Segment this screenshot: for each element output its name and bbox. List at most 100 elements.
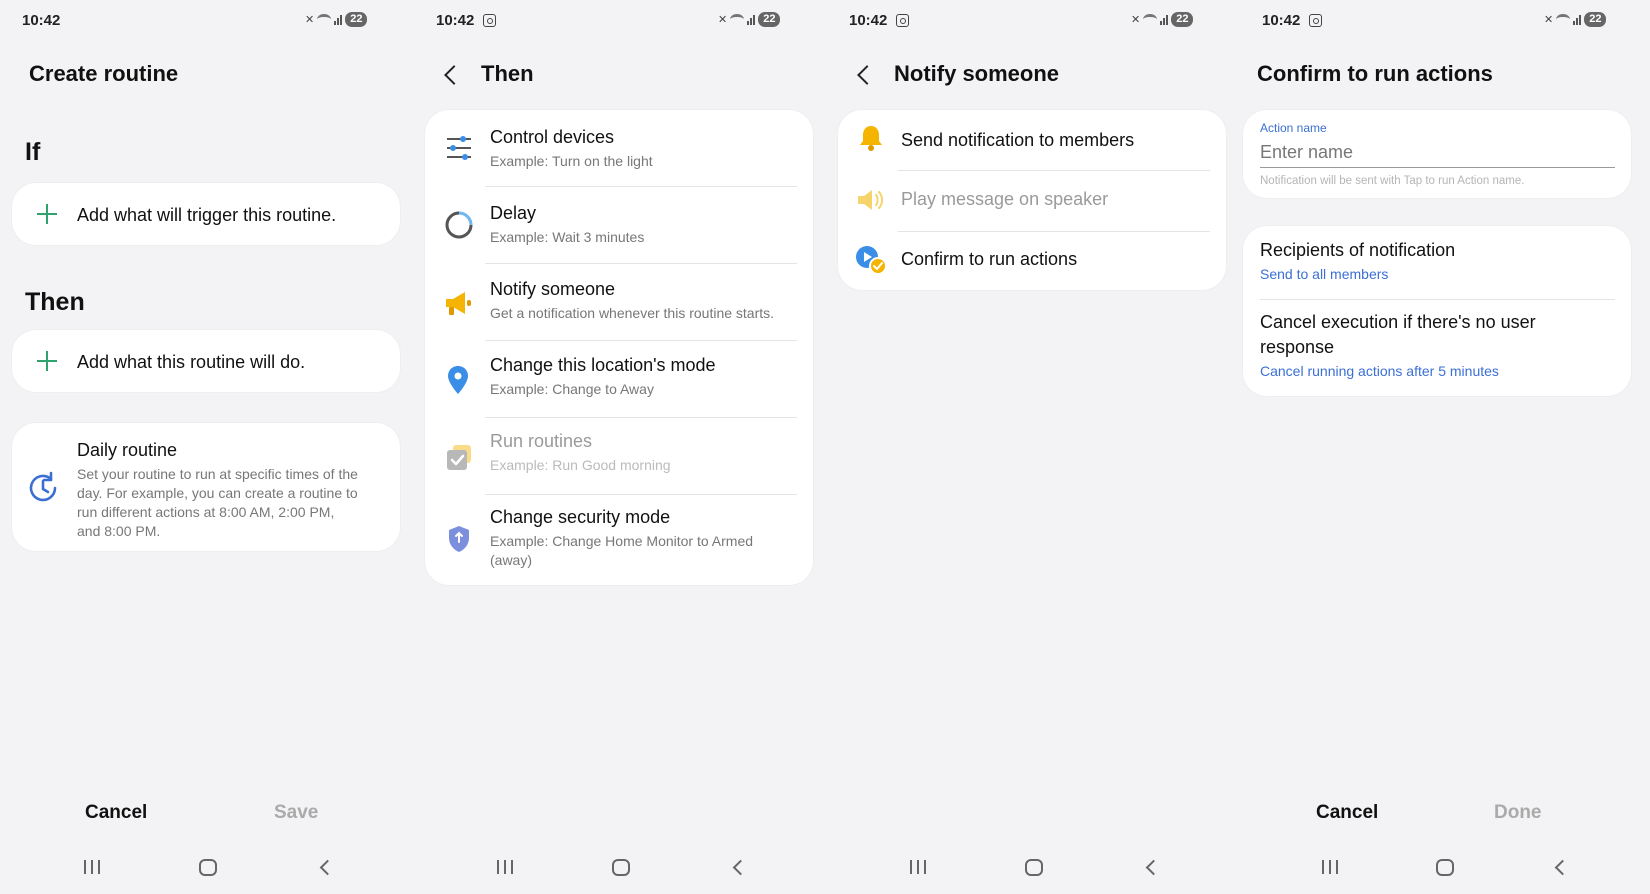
add-trigger-label: Add what will trigger this routine. [77, 205, 337, 225]
save-button[interactable]: Save [274, 802, 318, 824]
list-item-security-mode[interactable]: Change security mode Example: Change Hom… [425, 495, 813, 585]
recents-icon[interactable] [497, 860, 513, 874]
back-button[interactable] [441, 58, 461, 90]
item-title: Run routines [490, 431, 593, 451]
recents-icon[interactable] [84, 860, 100, 874]
cancel-button[interactable]: Cancel [85, 802, 147, 824]
list-item-control-devices[interactable]: Control devices Example: Turn on the lig… [425, 110, 813, 186]
recipients-value: Send to all members [1260, 266, 1389, 282]
status-icons: ✕ 22 [1544, 12, 1607, 27]
back-nav-icon[interactable] [732, 859, 749, 876]
if-section-label: If [25, 138, 41, 166]
list-item-location-mode[interactable]: Change this location's mode Example: Cha… [425, 341, 813, 417]
plus-icon [37, 204, 57, 224]
notification-settings-card: Recipients of notification Send to all m… [1243, 226, 1631, 396]
back-nav-icon[interactable] [1554, 859, 1571, 876]
shield-icon [449, 526, 469, 552]
system-nav-bar [413, 834, 826, 894]
system-nav-bar [0, 834, 413, 894]
system-nav-bar [1239, 834, 1650, 894]
speaker-icon [858, 190, 883, 210]
then-section-label: Then [25, 288, 85, 316]
desc-line: day. For example, you can create a routi… [77, 485, 358, 501]
action-name-label: Action name [1260, 121, 1327, 135]
wifi-icon [317, 14, 332, 25]
page-title: Confirm to run actions [1257, 61, 1493, 86]
done-button[interactable]: Done [1494, 802, 1542, 824]
item-subtitle: Get a notification whenever this routine… [490, 305, 775, 321]
sub-line: (away) [490, 552, 533, 568]
sub-line: Example: Change Home Monitor to Armed [490, 533, 754, 549]
timer-icon [445, 211, 473, 239]
screen-create-routine: 10:42 ✕ 22 Create routine If Add what wi… [0, 0, 413, 894]
recipients-setting[interactable]: Recipients of notification Send to all m… [1243, 226, 1631, 299]
cancel-execution-setting[interactable]: Cancel execution if there's no user resp… [1243, 300, 1631, 396]
item-subtitle: Example: Run Good morning [490, 457, 671, 473]
item-label: Send notification to members [901, 130, 1135, 150]
location-pin-icon [448, 366, 468, 394]
status-bar: 10:42 ✕ 22 [1239, 10, 1650, 32]
home-icon[interactable] [1025, 859, 1043, 876]
screenshot-icon [1309, 14, 1322, 27]
desc-line: and 8:00 PM. [77, 523, 161, 539]
status-time: 10:42 [1262, 12, 1301, 29]
page-header: Confirm to run actions [1257, 58, 1493, 90]
list-item-play-message[interactable]: Play message on speaker [838, 171, 1226, 231]
sliders-icon [447, 136, 471, 160]
recents-icon[interactable] [1322, 860, 1338, 874]
list-item-notify-someone[interactable]: Notify someone Get a notification whenev… [425, 264, 813, 340]
page-header: Create routine [29, 58, 178, 90]
confirm-play-icon [856, 246, 887, 275]
signal-icon [1160, 14, 1169, 25]
status-bar: 10:42 ✕ 22 [413, 10, 826, 32]
mute-icon: ✕ [718, 14, 728, 26]
status-icons: ✕ 22 [718, 12, 781, 27]
home-icon[interactable] [612, 859, 630, 876]
action-name-input[interactable] [1260, 138, 1615, 168]
back-button[interactable] [854, 58, 874, 90]
home-icon[interactable] [1436, 859, 1454, 876]
item-title: Change security mode [490, 507, 671, 527]
add-trigger-button[interactable]: Add what will trigger this routine. [12, 183, 400, 245]
back-nav-icon[interactable] [319, 859, 336, 876]
item-subtitle: Example: Change Home Monitor to Armed (a… [490, 532, 753, 570]
list-item-delay[interactable]: Delay Example: Wait 3 minutes [425, 187, 813, 263]
signal-icon [1573, 14, 1582, 25]
daily-routine-title: Daily routine [77, 440, 178, 460]
cancel-execution-value: Cancel running actions after 5 minutes [1260, 363, 1499, 379]
wifi-icon [1556, 14, 1571, 25]
system-nav-bar [826, 834, 1239, 894]
status-icons: ✕ 22 [1131, 12, 1194, 27]
action-list: Control devices Example: Turn on the lig… [425, 110, 813, 585]
battery-badge: 22 [1584, 12, 1607, 27]
title-line: response [1260, 337, 1335, 357]
mute-icon: ✕ [1544, 14, 1554, 26]
recents-icon[interactable] [910, 860, 926, 874]
cancel-button[interactable]: Cancel [1316, 802, 1378, 824]
add-action-button[interactable]: Add what this routine will do. [12, 330, 400, 392]
status-bar: 10:42 ✕ 22 [0, 10, 413, 32]
list-item-confirm-run[interactable]: Confirm to run actions [838, 232, 1226, 290]
item-label: Play message on speaker [901, 189, 1109, 209]
status-time: 10:42 [436, 12, 475, 29]
battery-badge: 22 [1171, 12, 1194, 27]
list-item-run-routines[interactable]: Run routines Example: Run Good morning [425, 418, 813, 494]
add-action-label: Add what this routine will do. [77, 352, 306, 372]
plus-icon [37, 351, 57, 371]
recipients-title: Recipients of notification [1260, 240, 1456, 260]
mute-icon: ✕ [305, 14, 315, 26]
signal-icon [334, 14, 343, 25]
desc-line: run different actions at 8:00 AM, 2:00 P… [77, 504, 335, 520]
battery-badge: 22 [345, 12, 368, 27]
page-title: Then [481, 61, 534, 86]
back-nav-icon[interactable] [1145, 859, 1162, 876]
status-icons: ✕ 22 [305, 12, 368, 27]
wifi-icon [730, 14, 745, 25]
daily-routine-description: Set your routine to run at specific time… [77, 465, 377, 541]
item-title: Notify someone [490, 279, 616, 299]
daily-routine-card[interactable]: Daily routine Set your routine to run at… [12, 423, 400, 551]
home-icon[interactable] [199, 859, 217, 876]
list-item-send-notification[interactable]: Send notification to members [838, 110, 1226, 170]
item-title: Change this location's mode [490, 355, 716, 375]
routine-check-icon [447, 445, 471, 470]
